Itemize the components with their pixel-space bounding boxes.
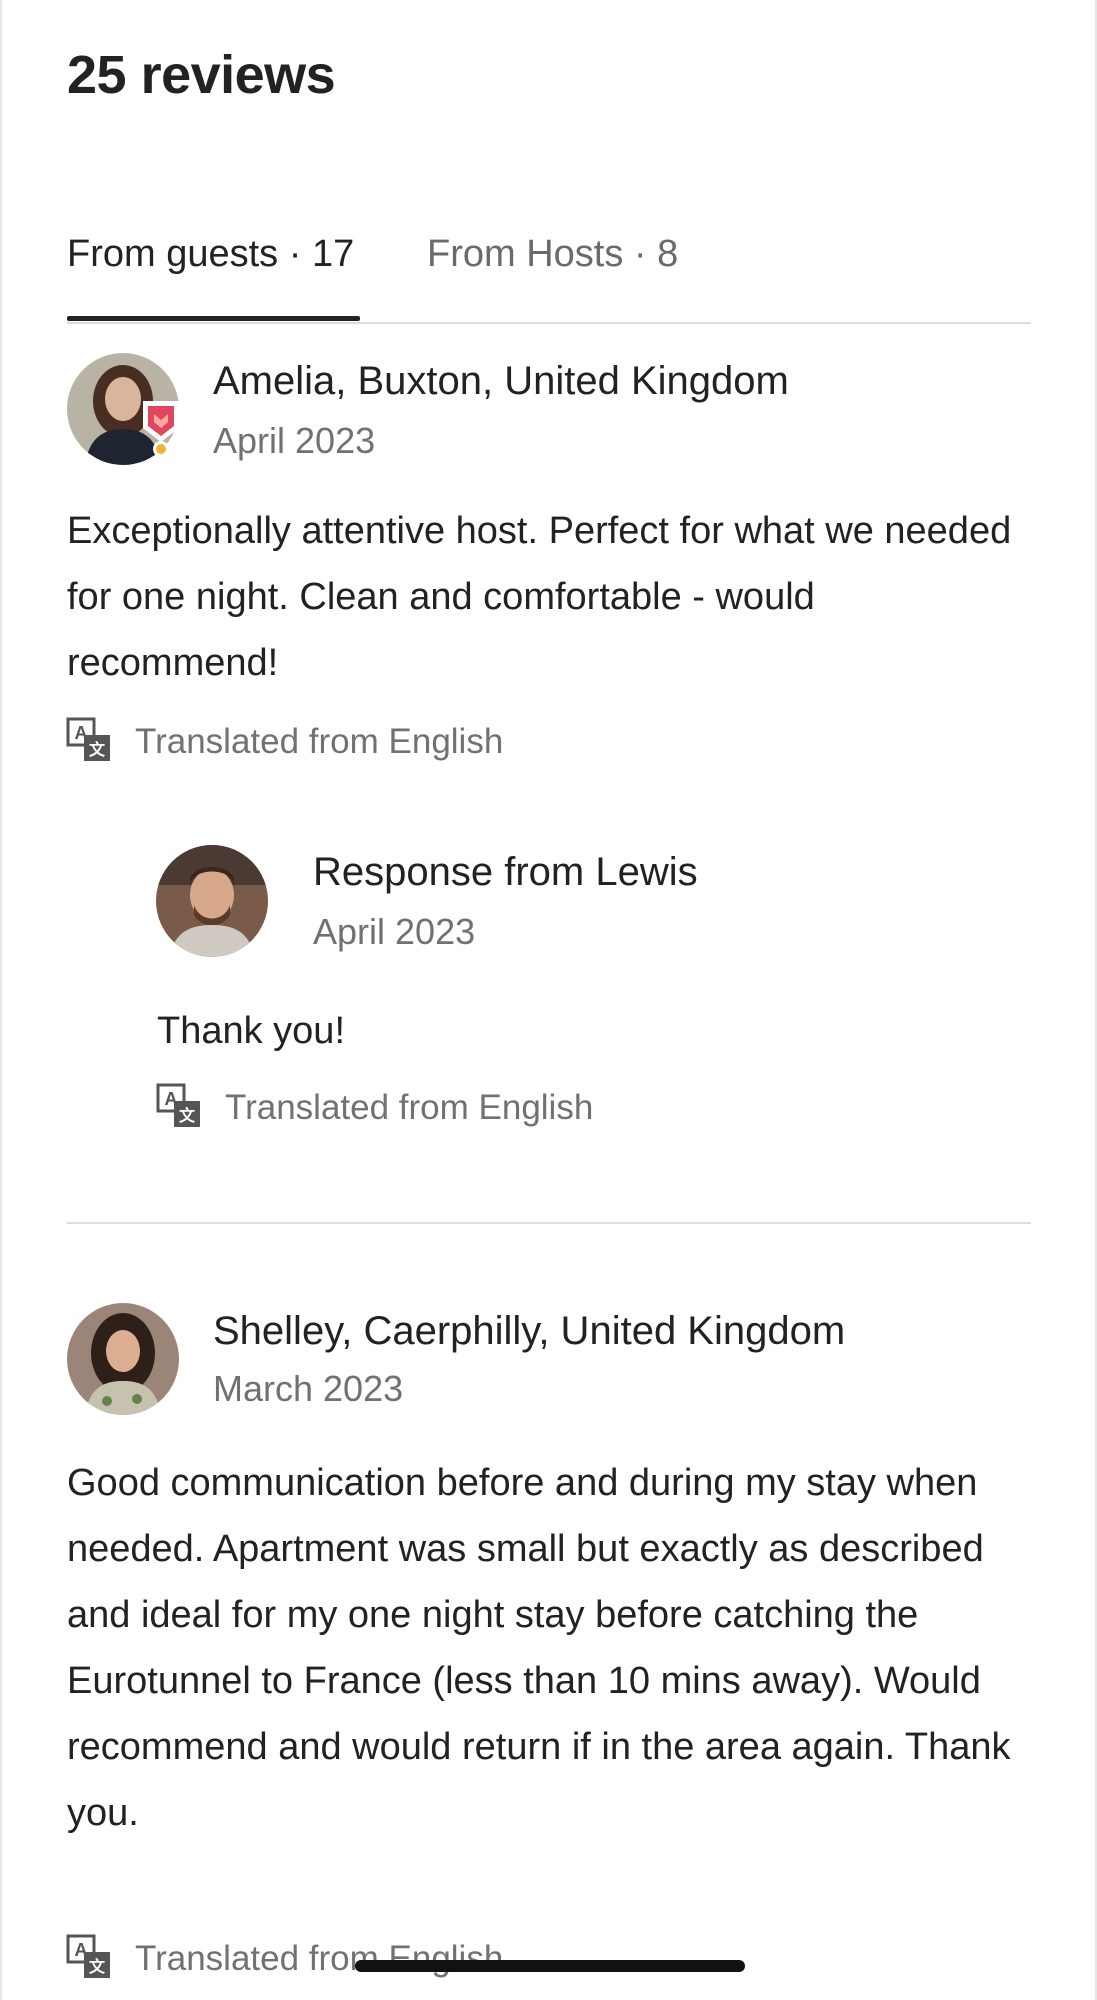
translated-note[interactable]: Translated from English bbox=[135, 1937, 503, 1981]
review-date: April 2023 bbox=[213, 420, 376, 461]
svg-text:文: 文 bbox=[89, 1957, 106, 1976]
response-date: April 2023 bbox=[313, 911, 476, 952]
translate-icon: A 文 bbox=[66, 1934, 110, 1978]
response-author: Response from Lewis bbox=[313, 850, 698, 894]
home-indicator[interactable] bbox=[355, 1960, 745, 1972]
tabs-divider bbox=[67, 322, 1031, 324]
svg-text:文: 文 bbox=[179, 1106, 196, 1125]
translated-note[interactable]: Translated from English bbox=[135, 720, 503, 764]
host-avatar[interactable] bbox=[156, 845, 268, 957]
translate-icon: A 文 bbox=[66, 717, 110, 761]
review-date: March 2023 bbox=[213, 1368, 404, 1409]
response-text: Thank you! bbox=[157, 1010, 345, 1052]
reviewer-name: Shelley, Caerphilly, United Kingdom bbox=[213, 1309, 846, 1353]
svg-text:文: 文 bbox=[89, 740, 106, 759]
active-tab-indicator bbox=[67, 316, 360, 321]
tab-from-guests[interactable]: From guests · 17 bbox=[67, 230, 354, 278]
translated-note[interactable]: Translated from English bbox=[225, 1086, 593, 1130]
reviewer-avatar[interactable] bbox=[67, 1303, 179, 1415]
translate-icon: A 文 bbox=[156, 1083, 200, 1127]
reviews-page: 25 reviews From guests · 17 From Hosts ·… bbox=[0, 0, 1097, 2000]
page-edge-left bbox=[0, 0, 2, 2000]
review-tabs: From guests · 17 From Hosts · 8 bbox=[67, 222, 1031, 324]
review-divider bbox=[67, 1222, 1031, 1224]
page-title: 25 reviews bbox=[67, 45, 336, 105]
review-text: Good communication before and during my … bbox=[67, 1462, 1011, 1834]
reviewer-name: Amelia, Buxton, United Kingdom bbox=[213, 359, 789, 403]
review-text: Exceptionally attentive host. Perfect fo… bbox=[67, 510, 1012, 684]
superhost-badge-icon bbox=[143, 401, 179, 457]
tab-from-hosts[interactable]: From Hosts · 8 bbox=[427, 230, 678, 278]
